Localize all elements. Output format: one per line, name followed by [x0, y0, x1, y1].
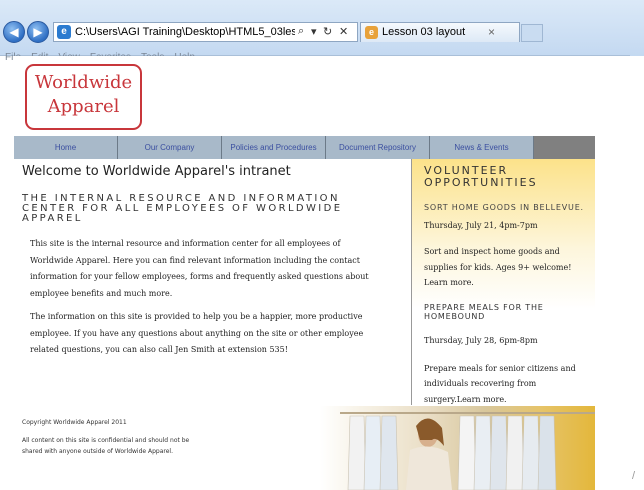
- browser-tab[interactable]: e Lesson 03 layout ×: [360, 22, 520, 42]
- page-subtitle: THE INTERNAL RESOURCE AND INFORMATION CE…: [22, 193, 343, 224]
- event-date: Thursday, July 28, 6pm-8pm: [424, 335, 538, 345]
- forward-button[interactable]: ▶: [27, 21, 49, 43]
- address-url[interactable]: C:\Users\AGI Training\Desktop\HTML5_03le…: [75, 26, 295, 38]
- menu-bar: FileEditViewFavoritesToolsHelp: [0, 45, 644, 63]
- window-edge: /: [630, 0, 644, 490]
- logo-line-2: Apparel: [47, 96, 120, 117]
- arrow-left-icon: ◀: [9, 25, 19, 39]
- main-content: Welcome to Worldwide Apparel's intranet …: [22, 164, 412, 359]
- site-logo[interactable]: Worldwide Apparel: [25, 64, 142, 130]
- help-paragraph: The information on this site is provided…: [30, 312, 364, 354]
- nav-news-and-events[interactable]: News & Events: [430, 136, 534, 159]
- event-title: PREPARE MEALS FOR THE HOMEBOUND: [424, 302, 544, 321]
- sidebar-title: VOLUNTEER OPPORTUNITIES: [424, 164, 538, 189]
- event-description: Sort and inspect home goods and supplies…: [424, 247, 572, 287]
- page-title: Welcome to Worldwide Apparel's intranet: [22, 164, 291, 179]
- new-tab-button[interactable]: [521, 24, 543, 42]
- nav-document-repository[interactable]: Document Repository: [326, 136, 430, 159]
- arrow-right-icon: ▶: [33, 25, 43, 39]
- volunteer-sidebar: VOLUNTEER OPPORTUNITIES SORT HOME GOODS …: [411, 159, 595, 405]
- event-title: SORT HOME GOODS IN BELLEVUE.: [424, 203, 584, 212]
- main-navigation: Home Our Company Policies and Procedures…: [14, 136, 595, 159]
- stop-icon[interactable]: ✕: [339, 25, 348, 38]
- page-favicon-icon: e: [57, 25, 71, 39]
- window-edge-chrome: [630, 0, 644, 56]
- browser-chrome: ◀ ▶ e C:\Users\AGI Training\Desktop\HTML…: [0, 0, 644, 63]
- intro-paragraph: This site is the internal resource and i…: [30, 239, 369, 298]
- clothing-rack-photo: [320, 406, 595, 490]
- dropdown-icon[interactable]: ▾: [311, 25, 317, 38]
- back-button[interactable]: ◀: [3, 21, 25, 43]
- copyright-text: Copyright Worldwide Apparel 2011: [22, 419, 127, 426]
- nav-our-company[interactable]: Our Company: [118, 136, 222, 159]
- refresh-icon[interactable]: ↻: [323, 25, 332, 38]
- tab-title: Lesson 03 layout: [382, 26, 466, 38]
- confidentiality-note: All content on this site is confidential…: [22, 437, 190, 455]
- nav-policies-and-procedures[interactable]: Policies and Procedures: [222, 136, 326, 159]
- window-edge-mark: /: [632, 470, 636, 482]
- event-date: Thursday, July 21, 4pm-7pm: [424, 221, 538, 230]
- search-icon[interactable]: ⌕: [298, 25, 304, 38]
- page-footer: Copyright Worldwide Apparel 2011 All con…: [22, 419, 212, 457]
- tab-favicon-icon: e: [365, 26, 378, 39]
- nav-home[interactable]: Home: [14, 136, 118, 159]
- logo-line-1: Worldwide: [34, 72, 133, 93]
- event-description: Prepare meals for senior citizens and in…: [424, 363, 576, 404]
- address-bar[interactable]: e C:\Users\AGI Training\Desktop\HTML5_03…: [53, 22, 358, 42]
- clothing-rack-illustration: [340, 412, 595, 490]
- close-icon[interactable]: ×: [488, 25, 495, 39]
- web-page: Worldwide Apparel Home Our Company Polic…: [14, 56, 595, 490]
